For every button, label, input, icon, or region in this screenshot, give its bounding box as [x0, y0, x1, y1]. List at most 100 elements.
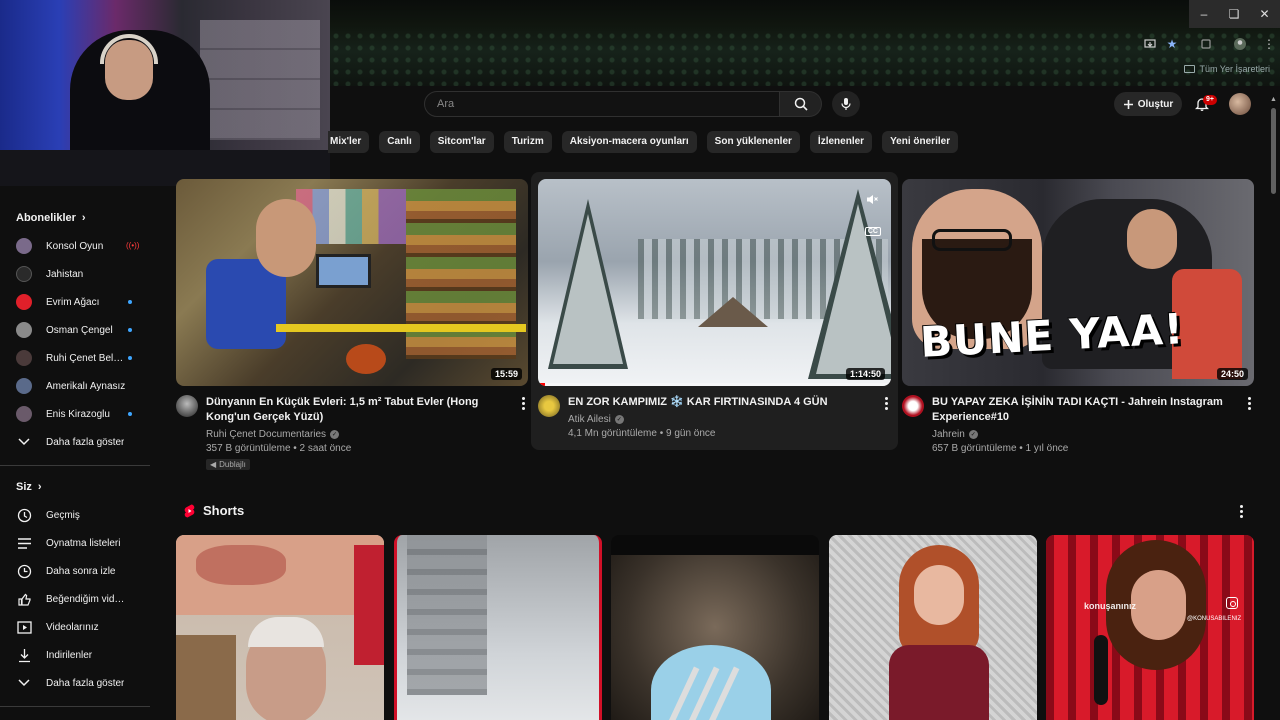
sidebar-item-osman-cengel[interactable]: Osman Çengel — [0, 317, 160, 343]
sidebar-item-playlists[interactable]: Oynatma listeleri — [0, 530, 160, 556]
channel-avatar — [16, 238, 32, 254]
chip-tourism[interactable]: Turizm — [503, 131, 552, 153]
short-person-face — [1131, 570, 1186, 640]
create-button[interactable]: Oluştur — [1114, 92, 1182, 116]
chip-mixes[interactable]: Mix'ler — [328, 131, 370, 153]
show-more-label: Daha fazla göster — [46, 677, 125, 689]
short-card[interactable] — [176, 535, 384, 720]
sidebar-item-amerikali-aynasiz[interactable]: Amerikalı Aynasız — [0, 373, 160, 399]
microphone-icon — [841, 98, 851, 110]
channel-name-row[interactable]: Jahrein ✓ — [932, 429, 1236, 440]
sidebar-item-downloads[interactable]: İndirilenler — [0, 642, 160, 668]
playlist-icon — [16, 535, 32, 551]
channel-avatar[interactable] — [176, 395, 198, 417]
extensions-icon[interactable] — [1199, 37, 1213, 51]
channel-avatar[interactable] — [902, 395, 924, 417]
new-content-dot — [128, 328, 132, 332]
short-card[interactable]: konuşanınız @KONUSABILENIZ — [1046, 535, 1254, 720]
scroll-up-icon[interactable]: ▲ — [1270, 96, 1277, 103]
you-header[interactable]: Siz › — [16, 481, 42, 493]
video-title[interactable]: BU YAPAY ZEKA İŞİNİN TADI KAÇTI - Jahrei… — [932, 395, 1236, 425]
mute-icon[interactable] — [865, 193, 879, 205]
sidebar-item-enis-kirazoglu[interactable]: Enis Kirazoglu — [0, 401, 160, 427]
thumb-tv — [316, 254, 371, 288]
chip-recently-uploaded[interactable]: Son yüklenenler — [706, 131, 800, 153]
video-card[interactable]: BUNE YAA! 24:50 BU YAPAY ZEKA İŞİNİN TAD… — [902, 179, 1254, 454]
chip-watched[interactable]: İzlenenler — [809, 131, 873, 153]
short-card[interactable] — [829, 535, 1037, 720]
thumb-tree-snow — [553, 214, 623, 364]
channel-name: Ruhi Çenet Documentaries — [206, 429, 327, 440]
sidebar-item-your-videos[interactable]: Videolarınız — [0, 614, 160, 640]
video-card[interactable]: CC 1:14:50 EN ZOR KAMPIMIZ ❄️ KAR FIRTIN… — [531, 172, 898, 450]
sidebar-item-ruhi-cenet[interactable]: Ruhi Çenet Belge... — [0, 345, 160, 371]
shorts-icon — [184, 504, 195, 517]
sidebar-item-konsol-oyun[interactable]: Konsol Oyun ((•)) — [0, 233, 160, 259]
sidebar-item-watch-later[interactable]: Daha sonra izle — [0, 558, 160, 584]
subscriptions-show-more[interactable]: Daha fazla göster — [0, 429, 160, 455]
shorts-menu-button[interactable] — [1236, 505, 1246, 518]
sidebar-item-evrim-agaci[interactable]: Evrim Ağacı — [0, 289, 160, 315]
short-chair — [176, 635, 236, 720]
video-menu-button[interactable] — [1244, 395, 1254, 454]
video-thumbnail[interactable]: 15:59 — [176, 179, 528, 386]
video-menu-button[interactable] — [518, 395, 528, 472]
short-card[interactable] — [394, 535, 602, 720]
screen: – ❏ ✕ ★ ⋮ Tüm Yer İşaretleri Ara Oluştur… — [0, 0, 1280, 720]
verified-icon: ✓ — [614, 415, 624, 424]
all-bookmarks-button[interactable]: Tüm Yer İşaretleri — [1184, 64, 1270, 74]
chevron-down-icon — [16, 675, 32, 691]
short-flag — [354, 545, 384, 665]
install-app-icon[interactable] — [1143, 37, 1157, 51]
video-menu-button[interactable] — [881, 395, 891, 439]
chip-action-adventure[interactable]: Aksiyon-macera oyunları — [561, 131, 697, 153]
closed-captions-icon[interactable]: CC — [864, 227, 881, 236]
chip-sitcoms[interactable]: Sitcom'lar — [429, 131, 494, 153]
channel-avatar — [16, 266, 32, 282]
show-more-label: Daha fazla göster — [46, 436, 125, 448]
chip-live[interactable]: Canlı — [379, 131, 420, 153]
channel-name-row[interactable]: Atik Ailesi ✓ — [568, 414, 873, 425]
sidebar-item-label: Videolarınız — [46, 621, 99, 633]
video-title[interactable]: EN ZOR KAMPIMIZ ❄️ KAR FIRTINASINDA 4 GÜ… — [568, 395, 873, 410]
minimize-button[interactable]: – — [1189, 0, 1219, 28]
account-avatar[interactable] — [1229, 93, 1251, 115]
your-videos-icon — [16, 619, 32, 635]
short-card[interactable] — [611, 535, 819, 720]
sidebar-item-history[interactable]: Geçmiş — [0, 502, 160, 528]
search-bar — [424, 91, 822, 117]
channel-avatar[interactable] — [538, 395, 560, 417]
profile-icon[interactable] — [1233, 37, 1247, 51]
browser-menu-icon[interactable]: ⋮ — [1262, 37, 1276, 51]
close-window-button[interactable]: ✕ — [1249, 0, 1280, 28]
video-title[interactable]: Dünyanın En Küçük Evleri: 1,5 m² Tabut E… — [206, 395, 510, 425]
search-button[interactable] — [780, 91, 822, 117]
plus-icon — [1123, 99, 1133, 109]
you-show-more[interactable]: Daha fazla göster — [0, 670, 160, 696]
notification-badge: 9+ — [1203, 95, 1217, 105]
verified-icon: ✓ — [330, 430, 340, 439]
restore-button[interactable]: ❏ — [1219, 0, 1249, 28]
channel-name-row[interactable]: Ruhi Çenet Documentaries ✓ — [206, 429, 510, 440]
subscriptions-header[interactable]: Abonelikler › — [16, 212, 86, 224]
short-overlay-caption: konuşanınız — [1084, 601, 1137, 611]
shorts-title: Shorts — [203, 503, 245, 518]
sidebar-divider — [0, 465, 150, 466]
channel-avatar — [16, 378, 32, 394]
bookmark-star-icon[interactable]: ★ — [1165, 37, 1179, 51]
search-input[interactable] — [424, 91, 780, 117]
sidebar-item-jahistan[interactable]: Jahistan — [0, 261, 160, 287]
sidebar-item-label: Oynatma listeleri — [46, 537, 121, 549]
video-thumbnail[interactable]: CC 1:14:50 — [538, 179, 891, 386]
sidebar-item-liked-videos[interactable]: Beğendiğim videolar — [0, 586, 160, 612]
sidebar-item-label: Daha sonra izle — [46, 565, 116, 577]
video-thumbnail[interactable]: BUNE YAA! 24:50 — [902, 179, 1254, 386]
page-scrollbar[interactable]: ▲ — [1270, 96, 1277, 720]
sidebar-item-label: Beğendiğim videolar — [46, 593, 126, 605]
webcam-shelf — [200, 20, 320, 140]
video-card[interactable]: 15:59 Dünyanın En Küçük Evleri: 1,5 m² T… — [176, 179, 528, 472]
video-stats: 657 B görüntüleme • 1 yıl önce — [932, 443, 1069, 454]
chip-new-to-you[interactable]: Yeni öneriler — [882, 131, 959, 153]
scrollbar-thumb[interactable] — [1271, 108, 1276, 194]
voice-search-button[interactable] — [832, 91, 860, 117]
